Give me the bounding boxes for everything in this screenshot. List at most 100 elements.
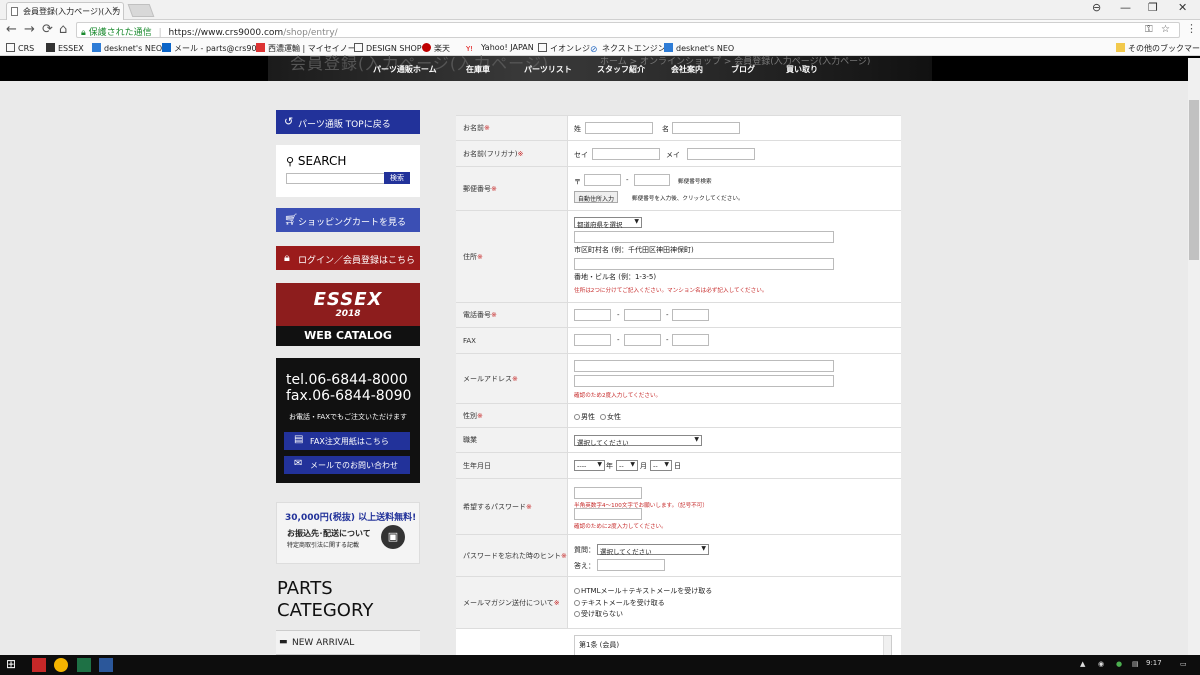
first-name-input[interactable] — [672, 122, 740, 134]
bookmark-essex[interactable]: ESSEX — [46, 43, 84, 53]
terms-first-line: 第1条 (会員) — [579, 641, 620, 649]
profile-icon[interactable]: ⊖ — [1092, 1, 1101, 14]
star-icon[interactable]: ☆ — [1161, 24, 1170, 35]
shipping-info-banner[interactable]: 30,000円(税抜) 以上送料無料! お振込先･配送について 特定商取引法に関… — [276, 502, 420, 564]
back-icon[interactable]: ← — [6, 22, 17, 37]
email-input[interactable] — [574, 360, 834, 372]
hint-question-select[interactable]: 選択してください ▼ — [597, 544, 709, 556]
folder-icon — [1116, 43, 1125, 52]
search-input[interactable] — [286, 173, 386, 184]
fax-input-2[interactable] — [624, 334, 661, 346]
magazine-text-radio[interactable]: テキストメールを受け取る — [574, 598, 665, 608]
excel-icon[interactable] — [77, 658, 91, 672]
word-icon[interactable] — [99, 658, 113, 672]
notification-icon[interactable]: ▭ — [1180, 660, 1187, 668]
tray-status-icon[interactable]: ● — [1116, 660, 1122, 668]
nav-parts-list[interactable]: パーツリスト — [524, 64, 572, 75]
row-kana: お名前(フリガナ) ※ セイ メイ — [456, 141, 901, 167]
city-input[interactable] — [574, 231, 834, 243]
chrome-icon[interactable] — [54, 658, 68, 672]
login-register-button[interactable]: 🔒︎ ログイン／会員登録はこちら — [276, 246, 420, 270]
app-icon-red[interactable] — [32, 658, 46, 672]
magazine-html-radio[interactable]: HTMLメール＋テキストメールを受け取る — [574, 586, 712, 596]
network-icon[interactable]: ▤ — [1132, 660, 1139, 668]
dropdown-arrow-icon: ▼ — [701, 545, 706, 552]
zip-second-input[interactable] — [634, 174, 670, 186]
page-scrollbar-thumb[interactable] — [1189, 100, 1199, 260]
menu-icon[interactable]: ⋮ — [1186, 22, 1197, 35]
nav-staff[interactable]: スタッフ紹介 — [597, 64, 645, 75]
nav-parts-home[interactable]: パーツ通販ホーム — [373, 64, 437, 75]
reload-icon[interactable]: ⟳ — [42, 22, 53, 37]
last-name-input[interactable] — [585, 122, 653, 134]
tray-app-icon[interactable]: ◉ — [1098, 660, 1104, 668]
prefecture-select[interactable]: 都道府県を選択 ▼ — [574, 217, 642, 229]
zip-search-link[interactable]: 郵便番号検索 — [678, 177, 712, 185]
phone-input-1[interactable] — [574, 309, 611, 321]
forward-icon[interactable]: → — [24, 22, 35, 37]
nav-buyback[interactable]: 買い取り — [786, 64, 818, 75]
bookmark-mail[interactable]: メール - parts@crs900 — [162, 43, 262, 54]
first-name-label: 名 — [662, 125, 669, 133]
clock[interactable]: 9:17 — [1146, 659, 1162, 667]
folder-page-icon — [6, 43, 15, 52]
zip-dash: - — [626, 176, 629, 184]
windows-start-icon[interactable]: ⊞ — [6, 657, 20, 671]
label-password-hint: パスワードを忘れた時のヒント※ — [456, 535, 568, 576]
password-confirm-input[interactable] — [574, 508, 642, 520]
bookmark-crs[interactable]: CRS — [6, 43, 34, 53]
zip-first-input[interactable] — [584, 174, 621, 186]
gender-female-radio[interactable]: 女性 — [600, 412, 621, 422]
fax-input-3[interactable] — [672, 334, 709, 346]
mail-inquiry-button[interactable]: ✉ メールでのお問い合わせ — [284, 456, 410, 474]
birth-month-select[interactable]: -- ▼ — [616, 460, 638, 471]
nav-stock-cars[interactable]: 在庫車 — [466, 64, 490, 75]
nav-blog[interactable]: ブログ — [731, 64, 755, 75]
view-cart-button[interactable]: 🛒︎ ショッピングカートを見る — [276, 208, 420, 232]
gender-male-radio[interactable]: 男性 — [574, 412, 595, 422]
fax-input-1[interactable] — [574, 334, 611, 346]
catalog-logo: ESSEX — [313, 289, 383, 310]
restore-button[interactable]: ❐ — [1148, 1, 1158, 14]
birth-day-select[interactable]: -- ▼ — [650, 460, 672, 471]
password-input[interactable] — [574, 487, 642, 499]
essex-web-catalog-banner[interactable]: ESSEX 2018 WEB CATALOG — [276, 283, 420, 346]
bookmark-other[interactable]: その他のブックマーク — [1116, 43, 1200, 54]
browser-tab[interactable]: 会員登録(入力ページ)(入力 × — [6, 2, 124, 20]
category-new-arrival[interactable]: ▬ NEW ARRIVAL — [276, 630, 420, 655]
birth-year-select[interactable]: ---- ▼ — [574, 460, 605, 471]
back-to-top-button[interactable]: ↺ パーツ通販 TOPに戻る — [276, 110, 420, 134]
street-input[interactable] — [574, 258, 834, 270]
month-unit: 月 — [640, 462, 647, 470]
bookmark-desknets-2[interactable]: desknet's NEO — [664, 43, 734, 53]
row-birthday: 生年月日 ---- ▼ 年 -- ▼ 月 -- ▼ 日 — [456, 453, 901, 479]
password-note: 確認のために2度入力してください。 — [574, 524, 667, 530]
auto-address-button[interactable]: 自動住所入力 — [574, 191, 619, 203]
browser-tab-strip: 会員登録(入力ページ)(入力 × ⊖ — ❐ ✕ — [0, 0, 1200, 20]
email-confirm-input[interactable] — [574, 375, 834, 387]
nav-company[interactable]: 会社案内 — [671, 64, 703, 75]
kana-last-input[interactable] — [592, 148, 660, 160]
hint-question-label: 質問： — [574, 546, 595, 554]
phone-input-2[interactable] — [624, 309, 661, 321]
minimize-button[interactable]: — — [1120, 1, 1131, 14]
tray-chevron-icon[interactable]: ▲ — [1080, 660, 1085, 668]
phone-input-3[interactable] — [672, 309, 709, 321]
hint-answer-input[interactable] — [597, 559, 665, 571]
fax-order-form-button[interactable]: ▤ FAX注文用紙はこちら — [284, 432, 410, 450]
home-icon[interactable]: ⌂ — [59, 22, 67, 37]
new-tab-button[interactable] — [127, 4, 155, 17]
tab-close-icon[interactable]: × — [111, 5, 119, 15]
url-bar[interactable]: 🔒︎ 保護された通信 | https://www.crs9000.com/sho… — [76, 22, 1180, 38]
close-window-button[interactable]: ✕ — [1178, 1, 1187, 14]
search-button[interactable]: 検索 — [384, 172, 410, 184]
outlook-icon — [162, 43, 171, 52]
job-select[interactable]: 選択してください ▼ — [574, 435, 702, 447]
label-gender: 性別 ※ — [456, 404, 568, 427]
key-icon[interactable]: ⚿ — [1145, 24, 1153, 35]
bookmark-desknets-1[interactable]: desknet's NEO — [92, 43, 162, 53]
kana-first-input[interactable] — [687, 148, 755, 160]
dropdown-arrow-icon: ▼ — [597, 461, 602, 468]
bookmark-next-engine[interactable]: ⊘ ネクストエンジン — [590, 43, 666, 55]
magazine-none-radio[interactable]: 受け取らない — [574, 609, 623, 619]
